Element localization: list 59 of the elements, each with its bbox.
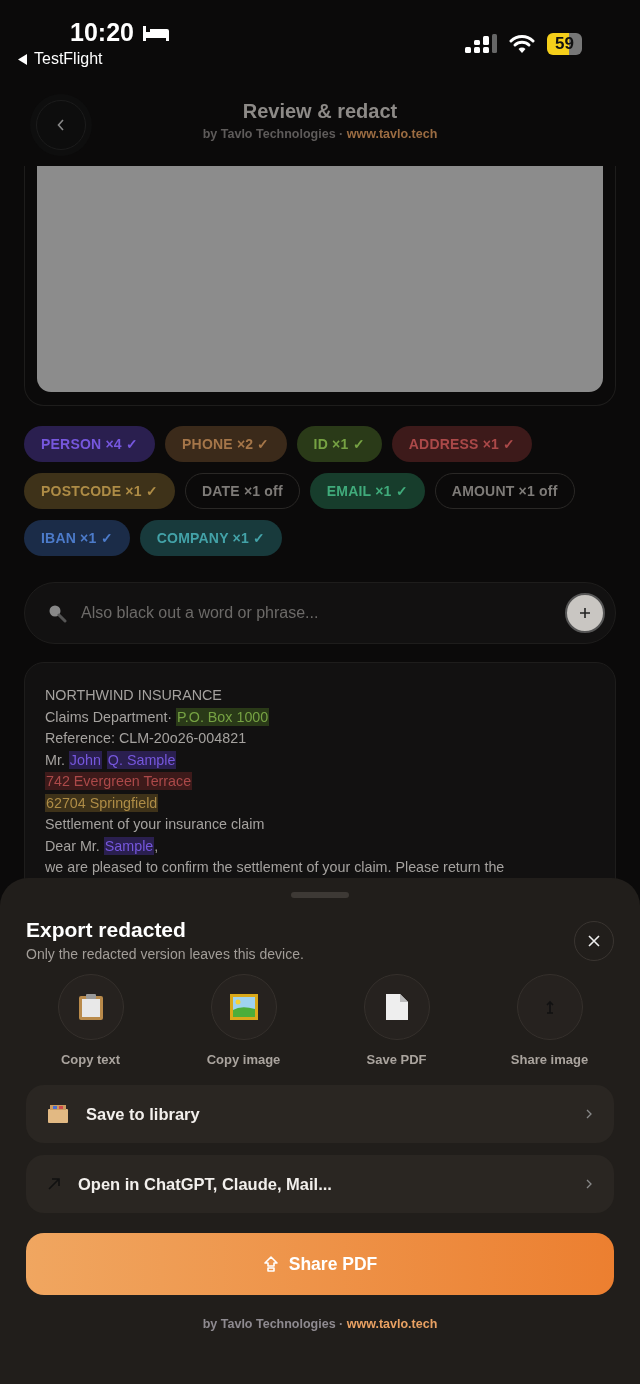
clock-time: 10:20 bbox=[70, 18, 134, 47]
document-text: NORTHWIND INSURANCE bbox=[45, 687, 222, 703]
clipboard-icon bbox=[77, 993, 104, 1021]
search-field[interactable]: Also black out a word or phrase... bbox=[79, 603, 553, 623]
entity-chip[interactable]: POSTCODE ×1 ✓ bbox=[24, 473, 175, 509]
document-text: Claims Department· bbox=[45, 708, 174, 725]
framed-picture-icon bbox=[229, 994, 258, 1020]
entity-chip[interactable]: IBAN ×1 ✓ bbox=[24, 520, 130, 556]
signal-icon bbox=[465, 34, 498, 54]
screen-title: Review & redact bbox=[242, 100, 398, 122]
document-text: Mr. bbox=[45, 751, 66, 768]
search-bar[interactable]: Also black out a word or phrase... bbox=[24, 582, 616, 644]
highlighted-text: P.O. Box 1000 bbox=[176, 707, 270, 726]
highlighted-text: 62704 Springfield bbox=[45, 793, 159, 812]
byline-text: by Tavlo Technologies · bbox=[202, 1317, 345, 1331]
action-label: Copy text bbox=[60, 1052, 121, 1067]
add-button[interactable] bbox=[565, 593, 605, 633]
action-label: Copy image bbox=[206, 1052, 281, 1067]
document-text: Dear Mr. bbox=[45, 837, 101, 854]
close-button[interactable] bbox=[574, 921, 614, 961]
back-app-link[interactable]: TestFlight bbox=[34, 50, 103, 68]
document-text: Settlement of your insurance claim bbox=[45, 816, 265, 832]
chevron-right-icon bbox=[586, 1109, 592, 1119]
menu-row[interactable]: Save to library bbox=[26, 1085, 614, 1143]
website-link[interactable]: www.tavlo.tech bbox=[346, 127, 438, 141]
highlighted-text: Sample bbox=[103, 836, 155, 855]
document-text: , bbox=[154, 837, 159, 854]
website-link[interactable]: www.tavlo.tech bbox=[346, 1317, 438, 1331]
share-icon bbox=[262, 1256, 279, 1272]
plus-icon bbox=[579, 607, 591, 619]
highlighted-text: Q. Sample bbox=[106, 750, 177, 769]
sheet-title: Export redacted bbox=[26, 918, 187, 942]
bed-icon bbox=[141, 23, 170, 42]
box-icon bbox=[48, 1105, 68, 1123]
arrow-up-right-icon bbox=[48, 1178, 60, 1190]
sheet-handle[interactable] bbox=[291, 892, 349, 898]
entity-chip[interactable]: PERSON ×4 ✓ bbox=[24, 426, 156, 462]
share-pdf-button[interactable]: Share PDF bbox=[26, 1233, 614, 1295]
entity-chip[interactable]: ADDRESS ×1 ✓ bbox=[391, 426, 533, 462]
close-icon bbox=[588, 935, 600, 947]
highlighted-text: 742 Evergreen Terrace bbox=[45, 772, 193, 790]
document-icon bbox=[384, 993, 409, 1021]
action-label: Save PDF bbox=[366, 1052, 427, 1067]
back-triangle-icon[interactable] bbox=[18, 53, 28, 65]
entity-chip[interactable]: PHONE ×2 ✓ bbox=[165, 426, 287, 462]
entity-chip[interactable]: EMAIL ×1 ✓ bbox=[309, 473, 425, 509]
document-text: we are pleased to confirm the settlement of your claim. Please return the bbox=[45, 859, 505, 875]
sheet-subtitle: Only the redacted version leaves this device. bbox=[26, 946, 304, 962]
chevron-left-icon bbox=[57, 119, 65, 131]
entity-chip[interactable]: ID ×1 ✓ bbox=[296, 426, 382, 462]
action-label: Share image bbox=[510, 1052, 589, 1067]
entity-chip[interactable]: COMPANY ×1 ✓ bbox=[139, 520, 283, 556]
search-icon bbox=[47, 603, 67, 623]
byline-text: by Tavlo Technologies · bbox=[202, 127, 345, 141]
highlighted-text: John bbox=[68, 750, 102, 769]
wifi-icon bbox=[509, 34, 536, 54]
document-text: Reference: CLM-20o26-004821 bbox=[45, 730, 247, 746]
menu-row[interactable]: Open in ChatGPT, Claude, Mail... bbox=[26, 1155, 614, 1213]
chevron-right-icon bbox=[586, 1179, 592, 1189]
